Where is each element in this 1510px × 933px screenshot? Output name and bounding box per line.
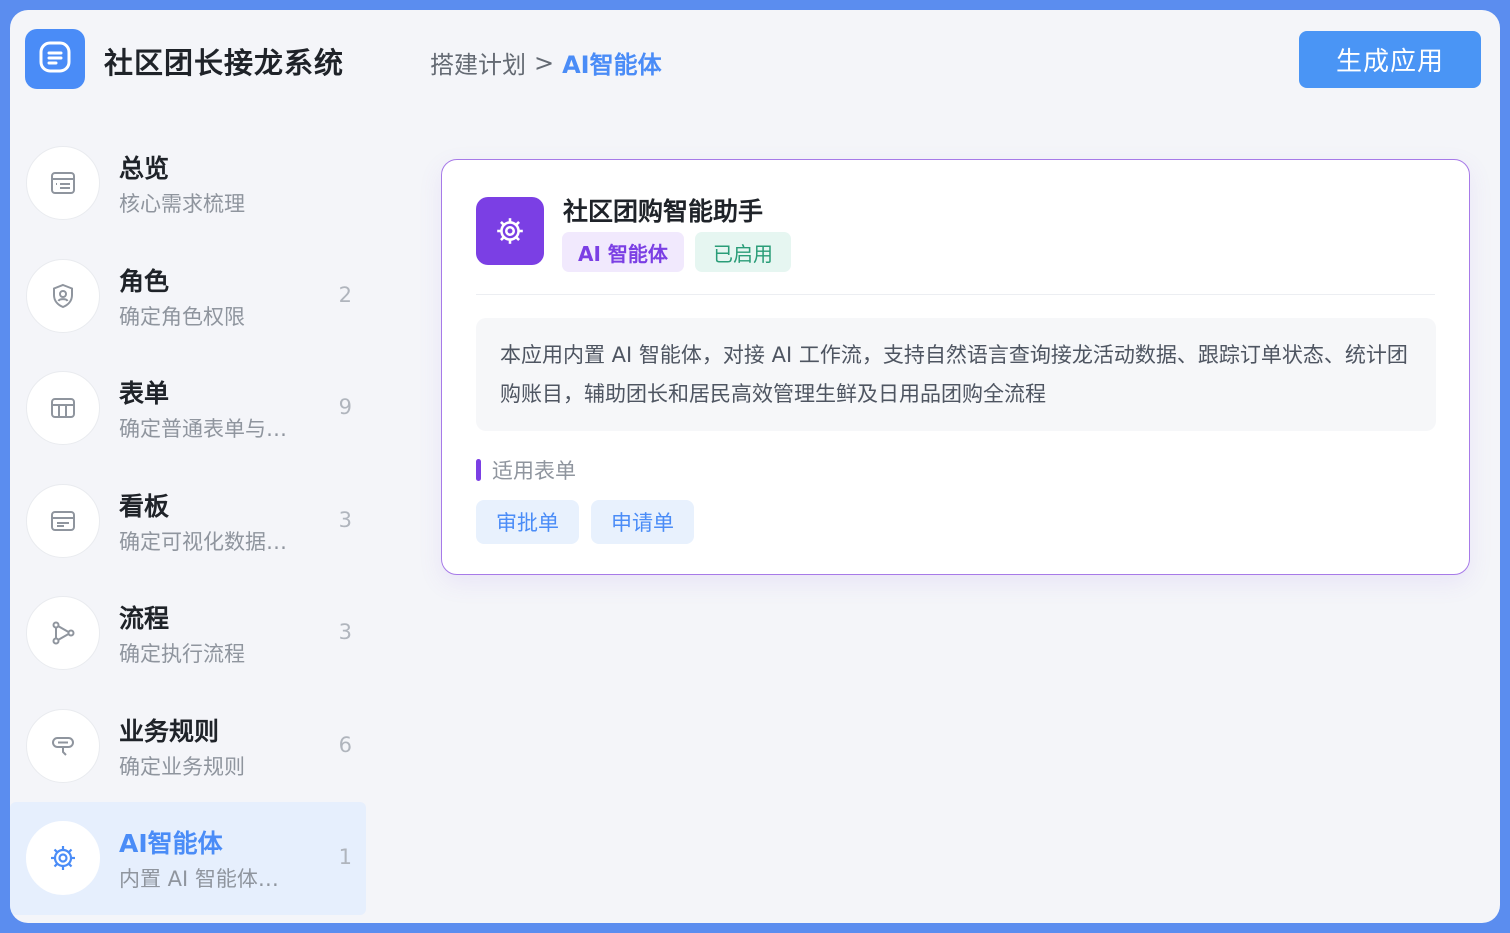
sidebar-item-ai-agent[interactable]: AI智能体 内置 AI 智能体… 1 xyxy=(10,802,366,915)
app-logo xyxy=(25,29,85,89)
sidebar-item-flow[interactable]: 流程 确定执行流程 3 xyxy=(10,577,366,690)
sidebar-item-roles[interactable]: 角色 确定角色权限 2 xyxy=(10,240,366,353)
status-badge: 已启用 xyxy=(695,232,791,272)
sidebar-item-count: 1 xyxy=(338,845,352,869)
overview-icon xyxy=(26,146,100,220)
sidebar-item-title: 表单 xyxy=(119,379,170,408)
form-tag-application[interactable]: 申请单 xyxy=(591,500,694,544)
sidebar-item-subtitle: 确定普通表单与… xyxy=(119,417,287,441)
sidebar-item-overview[interactable]: 总览 核心需求梳理 xyxy=(10,127,366,240)
sidebar-item-title: 总览 xyxy=(119,154,170,183)
sidebar-item-business-rules[interactable]: 业务规则 确定业务规则 6 xyxy=(10,690,366,803)
breadcrumb-parent[interactable]: 搭建计划 xyxy=(430,45,526,80)
sidebar-item-title: AI智能体 xyxy=(119,829,223,858)
breadcrumb: 搭建计划 > AI智能体 xyxy=(430,45,662,80)
breadcrumb-current: AI智能体 xyxy=(562,51,662,79)
sidebar-item-title: 流程 xyxy=(119,604,170,633)
rule-icon xyxy=(26,708,100,783)
sidebar: 总览 核心需求梳理 角色 确定角色权限 2 表单 确定普通表单与… 9 看板 确… xyxy=(10,127,366,915)
breadcrumb-separator: > xyxy=(534,48,555,77)
sidebar-item-title: 看板 xyxy=(119,491,170,521)
ai-gear-icon xyxy=(476,197,544,265)
app-window: 社区团长接龙系统 搭建计划 > AI智能体 生成应用 总览 核心需求梳理 角色 … xyxy=(10,10,1500,923)
sidebar-item-count: 3 xyxy=(338,507,352,532)
sidebar-item-subtitle: 内置 AI 智能体… xyxy=(119,867,279,891)
sidebar-item-subtitle: 确定角色权限 xyxy=(119,304,245,329)
agent-description: 本应用内置 AI 智能体，对接 AI 工作流，支持自然语言查询接龙活动数据、跟踪… xyxy=(476,318,1436,431)
sidebar-item-count: 6 xyxy=(338,732,352,757)
sidebar-item-subtitle: 确定业务规则 xyxy=(119,754,245,779)
generate-app-button[interactable]: 生成应用 xyxy=(1299,31,1481,88)
sidebar-item-dashboard[interactable]: 看板 确定可视化数据… 3 xyxy=(10,465,366,578)
header: 社区团长接龙系统 搭建计划 > AI智能体 生成应用 xyxy=(10,10,1500,110)
forms-section-label: 适用表单 xyxy=(476,457,576,483)
sidebar-item-title: 角色 xyxy=(119,266,170,296)
sidebar-item-subtitle: 确定可视化数据… xyxy=(119,529,287,554)
agent-type-badge: AI 智能体 xyxy=(562,232,684,272)
sidebar-item-forms[interactable]: 表单 确定普通表单与… 9 xyxy=(10,352,366,465)
document-list-icon xyxy=(38,40,72,78)
sidebar-item-subtitle: 确定执行流程 xyxy=(119,642,245,666)
flow-icon xyxy=(26,596,100,670)
forms-section-title: 适用表单 xyxy=(492,459,576,483)
sidebar-item-count: 9 xyxy=(338,395,352,419)
sidebar-item-subtitle: 核心需求梳理 xyxy=(119,192,245,216)
card-divider xyxy=(476,294,1435,295)
agent-name: 社区团购智能助手 xyxy=(563,197,764,226)
agent-card[interactable]: 社区团购智能助手 AI 智能体 已启用 本应用内置 AI 智能体，对接 AI 工… xyxy=(441,159,1470,575)
ai-gear-icon xyxy=(26,821,100,895)
section-accent-bar xyxy=(476,459,481,481)
dashboard-icon xyxy=(26,483,100,558)
sidebar-item-title: 业务规则 xyxy=(119,716,220,746)
table-icon xyxy=(26,371,100,445)
sidebar-item-count: 2 xyxy=(338,282,352,307)
form-tag-approval[interactable]: 审批单 xyxy=(476,500,579,544)
sidebar-item-count: 3 xyxy=(338,620,352,644)
app-title: 社区团长接龙系统 xyxy=(104,46,345,80)
shield-user-icon xyxy=(26,258,100,333)
